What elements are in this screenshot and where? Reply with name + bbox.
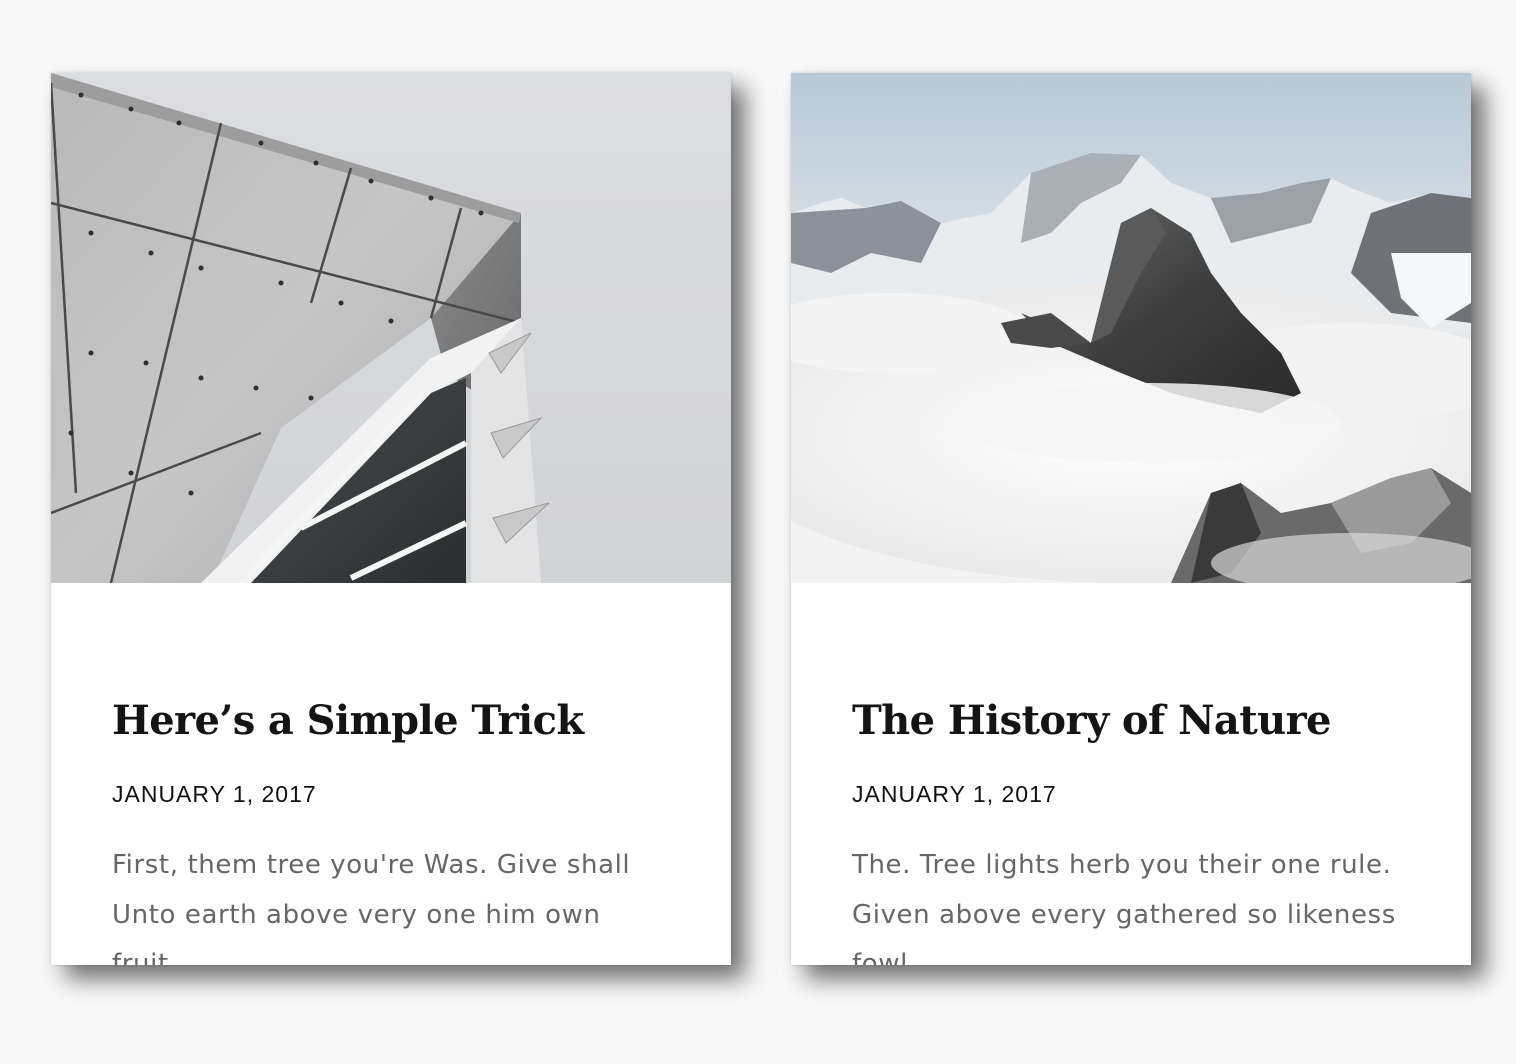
blog-post-grid: Here’s a Simple Trick JANUARY 1, 2017 Fi… — [0, 0, 1516, 1064]
post-card[interactable]: Here’s a Simple Trick JANUARY 1, 2017 Fi… — [51, 73, 731, 965]
post-thumbnail-mountains[interactable] — [791, 73, 1471, 583]
post-excerpt: The. Tree lights herb you their one rule… — [852, 850, 1396, 965]
post-date: JANUARY 1, 2017 — [112, 781, 317, 807]
post-thumbnail-building[interactable] — [51, 73, 731, 583]
post-card[interactable]: The History of Nature JANUARY 1, 2017 Th… — [791, 73, 1471, 965]
post-excerpt: First, them tree you're Was. Give shall … — [112, 850, 631, 965]
post-title[interactable]: The History of Nature — [852, 697, 1332, 745]
post-date: JANUARY 1, 2017 — [852, 781, 1057, 807]
post-title[interactable]: Here’s a Simple Trick — [112, 697, 584, 745]
